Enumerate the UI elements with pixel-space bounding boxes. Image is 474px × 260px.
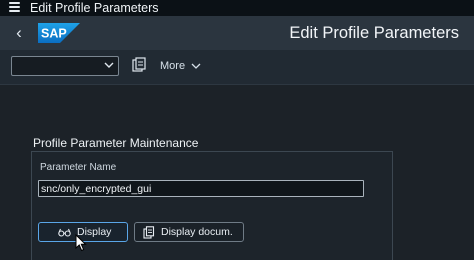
variant-select[interactable] <box>11 56 119 76</box>
parameter-name-input[interactable] <box>38 180 364 197</box>
display-documentation-button[interactable]: Display docum. <box>134 222 244 242</box>
parameter-name-label: Parameter Name <box>40 162 117 173</box>
display-documentation-label: Display docum. <box>161 226 233 238</box>
more-menu-button[interactable]: More <box>160 56 201 76</box>
glasses-icon <box>58 228 71 237</box>
back-icon[interactable]: ‹ <box>11 24 27 41</box>
mouse-cursor-icon <box>75 234 87 252</box>
sap-logo-text: SAP <box>41 27 67 41</box>
toolbar: More <box>0 50 474 85</box>
menu-icon[interactable] <box>9 2 20 13</box>
shell-header: ‹ SAP Edit Profile Parameters <box>0 16 474 50</box>
sap-logo: SAP <box>38 23 80 43</box>
chevron-down-icon <box>104 62 114 68</box>
window-titlebar: Edit Profile Parameters <box>0 0 474 16</box>
variant-icon[interactable] <box>131 57 147 74</box>
more-label: More <box>160 60 186 72</box>
window-title: Edit Profile Parameters <box>30 1 159 15</box>
document-icon <box>143 225 155 239</box>
chevron-down-icon <box>191 63 201 69</box>
page-title: Edit Profile Parameters <box>289 24 459 42</box>
section-title: Profile Parameter Maintenance <box>33 136 199 150</box>
